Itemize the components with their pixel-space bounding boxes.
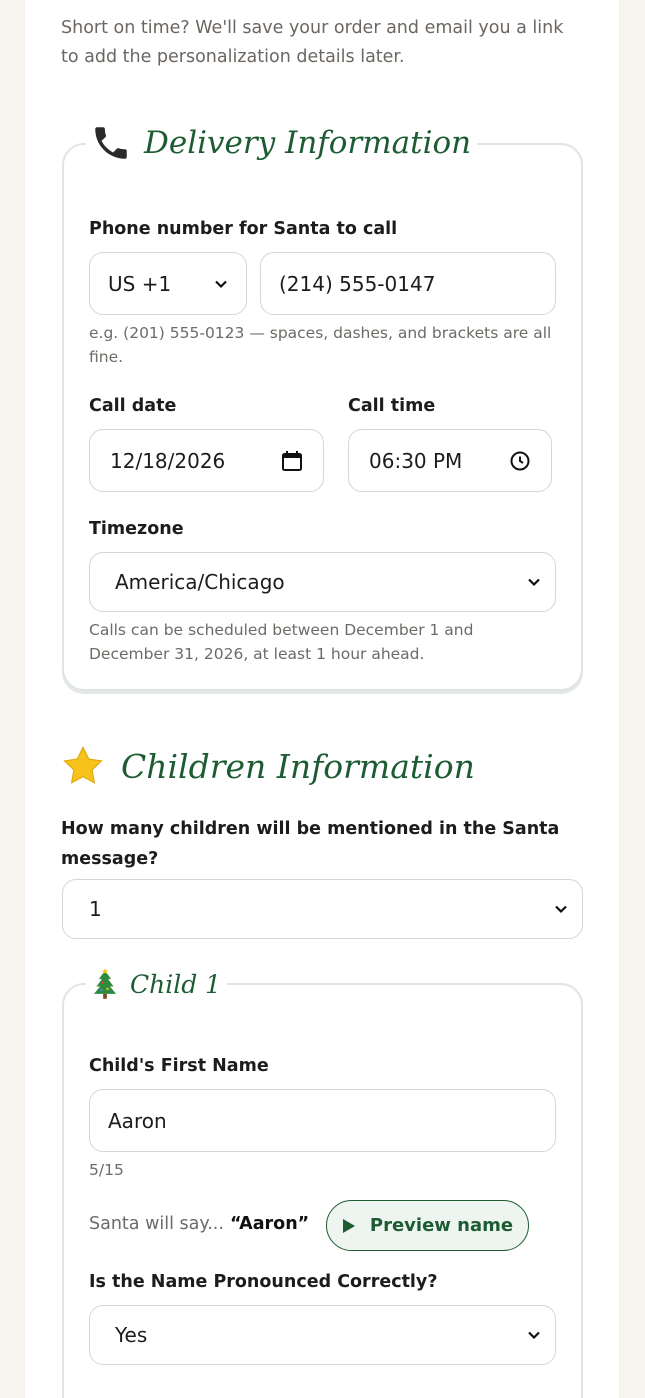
child1-title: Child 1 xyxy=(130,969,222,999)
name-char-count: 5/15 xyxy=(89,1161,124,1179)
children-count-label: How many children will be mentioned in t… xyxy=(61,819,560,869)
preview-name-label: Preview name xyxy=(369,1215,514,1236)
phone-icon xyxy=(90,122,132,164)
call-time-label: Call time xyxy=(348,396,436,416)
call-time-value: 06:30 PM xyxy=(369,448,463,473)
preview-name-button[interactable]: Preview name xyxy=(326,1200,529,1251)
delivery-legend: Delivery Information xyxy=(86,120,478,166)
country-code-select[interactable]: US +1 xyxy=(89,252,247,315)
child-first-name-value: Aaron xyxy=(108,1108,167,1133)
santa-says-text: Santa will say... xyxy=(89,1214,224,1234)
pronounce-value: Yes xyxy=(115,1323,148,1347)
santa-says-line: Santa will say... “Aaron” xyxy=(89,1214,309,1234)
timezone-select[interactable]: America/Chicago xyxy=(89,552,556,612)
call-time-input[interactable]: 06:30 PM xyxy=(348,429,552,492)
phone-input[interactable]: (214) 555-0147 xyxy=(260,252,556,315)
phone-hint: e.g. (201) 555-0123 — spaces, dashes, an… xyxy=(89,324,552,366)
children-count-select[interactable]: 1 xyxy=(62,879,583,939)
call-date-input[interactable]: 12/18/2026 xyxy=(89,429,324,492)
timezone-value: America/Chicago xyxy=(115,570,285,594)
child-first-name-input[interactable]: Aaron xyxy=(89,1089,556,1152)
chevron-down-icon xyxy=(554,897,568,921)
timezone-label: Timezone xyxy=(89,519,184,539)
delivery-title: Delivery Information xyxy=(144,125,472,161)
chevron-down-icon xyxy=(527,570,541,594)
phone-value: (214) 555-0147 xyxy=(279,271,436,296)
child-first-name-label: Child's First Name xyxy=(89,1056,269,1076)
child1-legend: Child 1 xyxy=(86,964,228,1004)
country-code-value: US +1 xyxy=(108,271,172,296)
santa-says-name: “Aaron” xyxy=(229,1214,310,1234)
pronounce-label: Is the Name Pronounced Correctly? xyxy=(89,1272,438,1292)
chevron-down-icon xyxy=(527,1323,541,1347)
chevron-down-icon xyxy=(214,272,228,296)
play-icon xyxy=(342,1218,356,1234)
children-title: Children Information xyxy=(121,746,475,786)
calendar-icon[interactable] xyxy=(281,450,303,472)
intro-text: Short on time? We'll save your order and… xyxy=(61,18,564,67)
children-section-title: Children Information xyxy=(61,740,475,792)
call-date-label: Call date xyxy=(89,396,177,416)
schedule-hint: Calls can be scheduled between December … xyxy=(89,621,474,663)
call-date-value: 12/18/2026 xyxy=(110,448,226,473)
clock-icon[interactable] xyxy=(509,450,531,472)
children-count-value: 1 xyxy=(89,897,102,921)
star-icon xyxy=(61,744,105,788)
tree-icon xyxy=(90,968,120,1000)
pronounce-select[interactable]: Yes xyxy=(89,1305,556,1365)
phone-label: Phone number for Santa to call xyxy=(89,219,398,239)
